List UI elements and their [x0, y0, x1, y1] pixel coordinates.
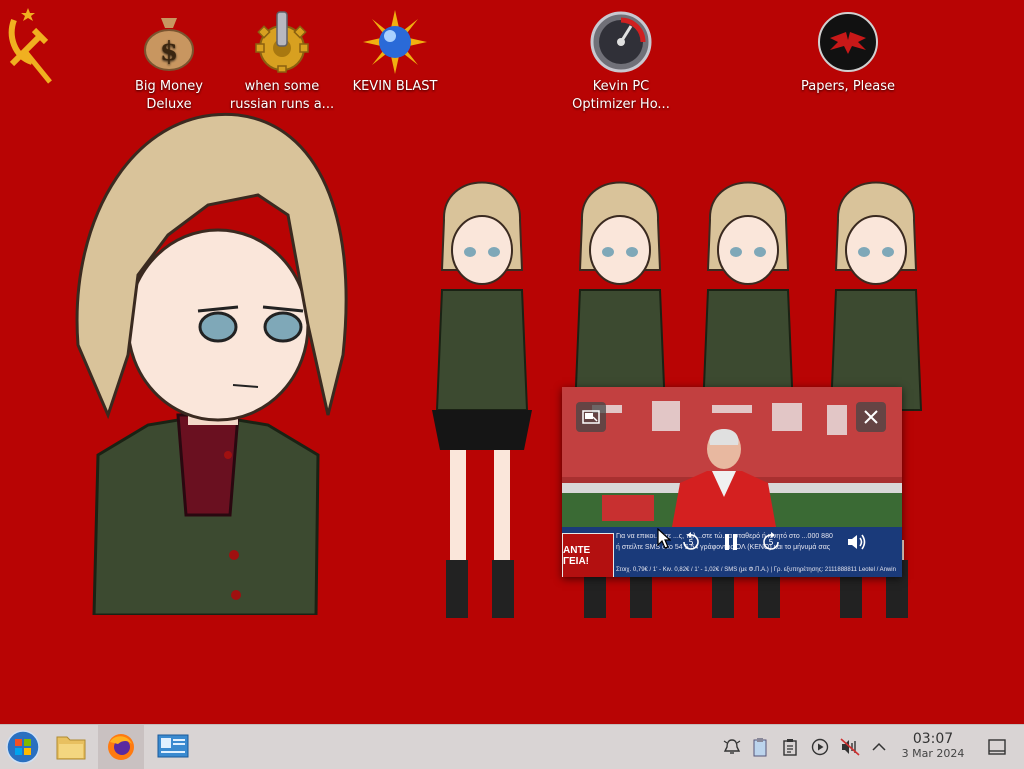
klipper-icon: [783, 739, 797, 756]
notifications-button[interactable]: [722, 737, 742, 757]
banner-bottom-text: Στοιχ. 0,79€ / 1' - Κιν. 0,82€ / 1' - 1,…: [616, 567, 896, 573]
desktop-icon-label: Kevin PC Optimizer Ho...: [572, 79, 670, 112]
pause-icon: [725, 534, 737, 550]
exit-pip-icon: [582, 410, 600, 424]
pause-button[interactable]: [720, 531, 742, 553]
desktop-icon-kevin-blast[interactable]: KEVIN BLAST: [340, 6, 450, 96]
eagle-emblem-icon: [818, 12, 878, 72]
video-frame: [562, 387, 902, 527]
volume-button[interactable]: [846, 531, 868, 553]
system-settings-button[interactable]: [150, 725, 196, 769]
notifications-icon: [723, 739, 741, 754]
media-player-button[interactable]: [810, 737, 830, 757]
clock-time[interactable]: 03:07: [900, 731, 966, 747]
close-icon: [864, 410, 878, 424]
show-desktop-button[interactable]: [987, 737, 1007, 757]
expand-tray-icon: [872, 742, 886, 751]
svg-text:$: $: [160, 37, 178, 67]
rewind-seconds: 5: [688, 537, 694, 547]
gear-icon: [255, 11, 309, 73]
money-bag-icon: $: [144, 18, 194, 71]
file-manager-button[interactable]: [48, 725, 94, 769]
desktop-icon-papers-please[interactable]: Papers, Please: [793, 6, 903, 96]
volume-muted-icon: [840, 738, 860, 756]
clipboard-icon: [753, 738, 767, 757]
exit-pip-button[interactable]: [576, 402, 606, 432]
wallpaper-character-small: [432, 181, 532, 618]
show-desktop-icon: [988, 739, 1006, 755]
firefox-icon: [108, 734, 134, 760]
clock-date[interactable]: 3 Mar 2024: [894, 747, 972, 760]
pip-video-window[interactable]: ΑΝΤΕ ΓΕΙΑ! Για να επικοι...στε ...ς, τηλ…: [562, 387, 902, 577]
expand-tray-button[interactable]: [869, 737, 889, 757]
mouse-cursor-icon: [657, 528, 671, 549]
wallpaper-character-large: [75, 112, 348, 615]
desktop-icon-label: Papers, Please: [800, 79, 896, 94]
klipper-button[interactable]: [780, 737, 800, 757]
sun-orb-icon: [363, 10, 427, 74]
volume-tray-button[interactable]: [840, 737, 860, 757]
desktop: $ Big Money Deluxe when some russian run…: [0, 0, 1024, 724]
banner-logo: ΑΝΤΕ ΓΕΙΑ!: [562, 533, 614, 577]
desktop-icon-kevin-pc-optimizer[interactable]: Kevin PC Optimizer Ho...: [566, 6, 676, 114]
desktop-icon-label: KEVIN BLAST: [352, 79, 438, 94]
start-orb-icon: [6, 730, 40, 764]
start-menu-button[interactable]: [0, 725, 46, 769]
speedometer-icon: [590, 11, 652, 73]
rewind-button[interactable]: 5: [680, 531, 702, 553]
clipboard-button[interactable]: [750, 737, 770, 757]
taskbar: [0, 724, 1024, 769]
forward-button[interactable]: 5: [760, 531, 782, 553]
forward-seconds: 5: [768, 537, 774, 547]
firefox-button[interactable]: [98, 725, 144, 769]
system-settings-icon: [157, 734, 189, 758]
file-manager-icon: [56, 736, 86, 760]
media-player-icon: [811, 738, 829, 756]
hammer-sickle-icon: [8, 8, 52, 84]
close-pip-button[interactable]: [856, 402, 886, 432]
volume-icon: [848, 534, 866, 550]
